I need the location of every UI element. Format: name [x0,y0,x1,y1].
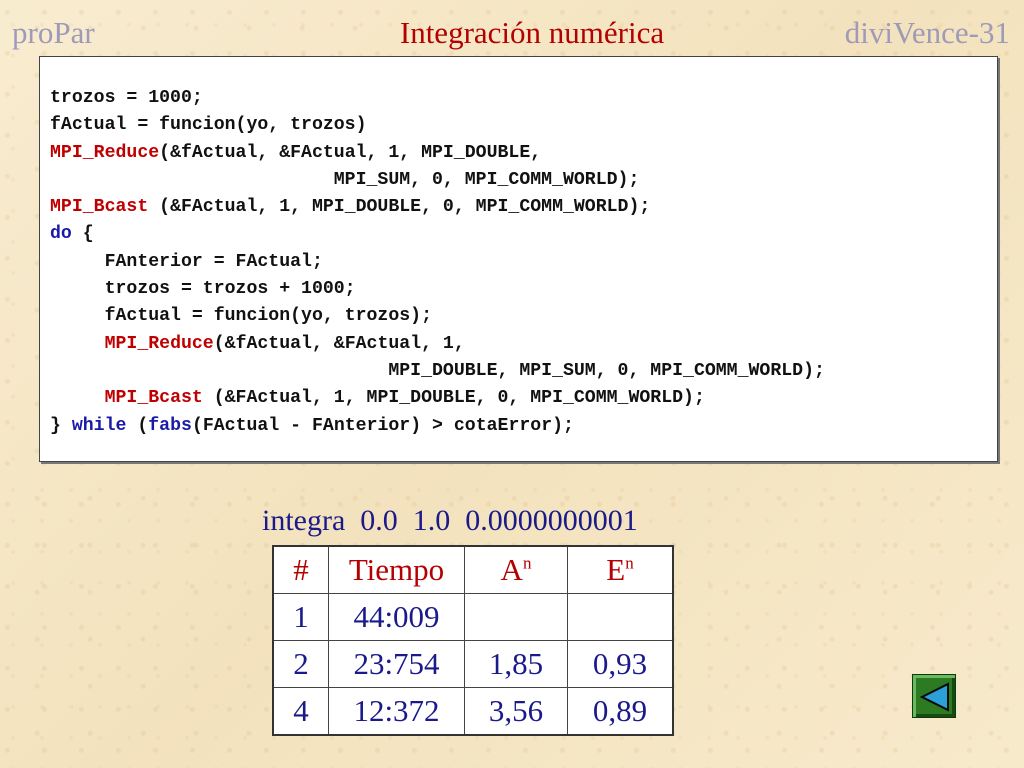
slide-number-label: diviVence-31 [844,15,1010,50]
back-button[interactable] [912,674,956,718]
keyword: while [71,415,127,436]
mpi-call: MPI_Bcast [104,388,203,409]
cell-time: 12:372 [328,687,465,736]
code-text: (&FActual, 1, MPI_DOUBLE, 0, MPI_COMM_WO… [148,197,651,218]
code-line: MPI_SUM, 0, MPI_COMM_WORLD); [50,169,640,190]
cell-a [464,593,568,641]
header-a: An [464,545,568,594]
mpi-call: MPI_Reduce [50,142,160,163]
cell-e: 0,93 [567,640,674,688]
code-line: fActual = funcion(yo, trozos); [50,306,432,327]
header-e-sup: n [625,553,634,573]
code-line: fActual = funcion(yo, trozos) [50,115,367,136]
header-e-text: E [606,552,626,587]
cell-a: 3,56 [464,687,568,736]
keyword: fabs [148,415,192,436]
code-line: MPI_Bcast (&FActual, 1, MPI_DOUBLE, 0, M… [50,385,825,412]
code-text: (&fActual, &FActual, 1, MPI_DOUBLE, [159,142,542,163]
cell-num: 2 [272,640,329,688]
code-text: } [50,415,72,436]
cell-num: 4 [272,687,329,736]
code-line: trozos = trozos + 1000; [50,279,356,300]
cell-time: 44:009 [328,593,465,641]
code-block: trozos = 1000; fActual = funcion(yo, troz… [50,85,825,440]
code-line: trozos = 1000; [50,88,203,108]
header-e: En [567,545,674,594]
code-text: (&FActual, 1, MPI_DOUBLE, 0, MPI_COMM_WO… [202,388,705,409]
cell-a: 1,85 [464,640,568,688]
cell-num: 1 [272,593,329,641]
header-a-text: A [500,552,523,587]
code-line: } while (fabs(FActual - FAnterior) > cot… [50,413,825,440]
code-text: ( [126,415,149,436]
code-text: (FActual - FAnterior) > cotaError); [191,415,574,436]
table-row: 2 23:754 1,85 0,93 [272,640,674,688]
keyword: do [50,224,72,245]
header-a-sup: n [522,553,532,573]
table-row: 1 44:009 [272,593,674,641]
code-text: { [71,224,94,245]
table-header-row: # Tiempo An En [272,545,674,594]
cell-e [567,593,674,641]
code-line: MPI_DOUBLE, MPI_SUM, 0, MPI_COMM_WORLD); [50,360,825,381]
cell-e: 0,89 [567,687,674,736]
header-num: # [272,545,329,594]
back-triangle-icon [919,682,949,712]
code-line: MPI_Bcast (&FActual, 1, MPI_DOUBLE, 0, M… [50,194,825,221]
table-row: 4 12:372 3,56 0,89 [272,687,674,736]
code-text: (&fActual, &FActual, 1, [213,333,465,354]
mpi-call: MPI_Reduce [104,333,214,354]
code-line: MPI_Reduce(&fActual, &FActual, 1, [50,331,825,358]
results-table: # Tiempo An En 1 44:009 2 23:754 1,85 0,… [272,545,674,736]
slide-header: proPar Integración numérica diviVence-31 [0,14,1024,54]
code-line: MPI_Reduce(&fActual, &FActual, 1, MPI_DO… [50,140,825,167]
header-time: Tiempo [328,545,465,594]
code-line: do { [50,221,825,248]
mpi-call: MPI_Bcast [50,197,149,218]
cell-time: 23:754 [328,640,465,688]
command-line: integra 0.0 1.0 0.0000000001 [262,504,638,537]
code-listing: trozos = 1000; fActual = funcion(yo, troz… [39,56,998,462]
code-line: FAnterior = FActual; [50,251,323,272]
